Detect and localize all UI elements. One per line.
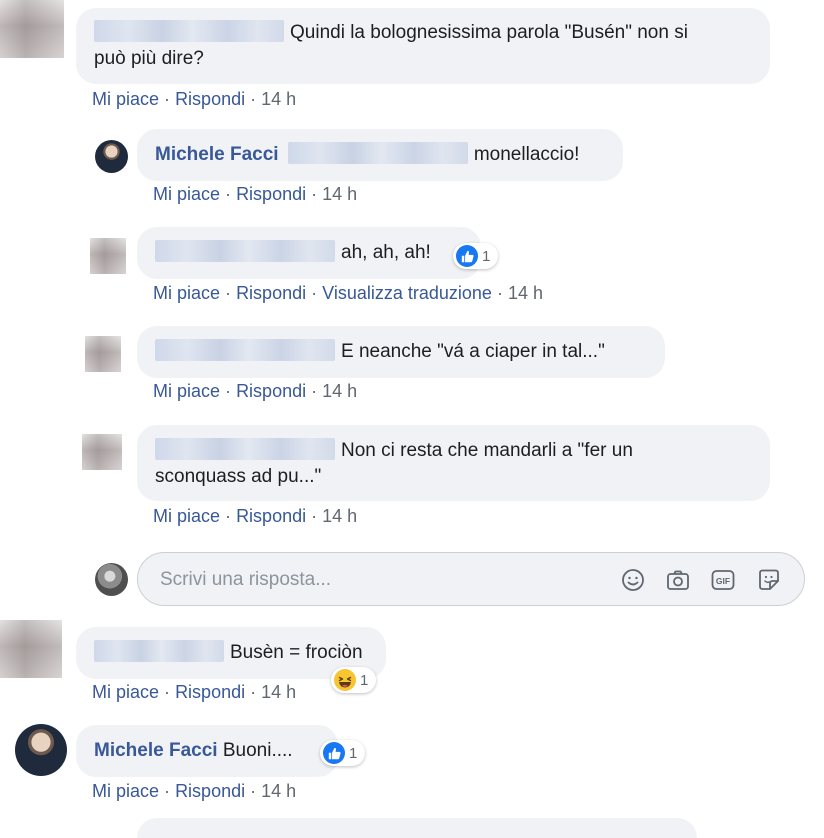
separator: · [164, 682, 171, 702]
separator: · [311, 184, 318, 204]
separator: · [311, 283, 318, 303]
author-name[interactable]: Michele Facci [155, 144, 279, 165]
separator: · [225, 506, 232, 526]
separator: · [164, 89, 171, 109]
avatar[interactable] [95, 140, 128, 173]
timestamp[interactable]: 14 h [322, 506, 357, 526]
separator: · [250, 781, 257, 801]
comment-actions: Mi piace · Rispondi · 14 h [153, 183, 357, 205]
timestamp[interactable]: 14 h [261, 89, 296, 109]
comment-actions: Mi piace · Rispondi · Visualizza traduzi… [153, 282, 543, 304]
separator: · [311, 381, 318, 401]
comment-actions: Mi piace · Rispondi · 14 h [92, 88, 296, 110]
comment-text: sconquass ad pu..." [155, 466, 322, 487]
blurred-author-name[interactable] [155, 339, 335, 361]
emoji-icon[interactable] [620, 567, 646, 593]
blurred-author-name[interactable] [155, 240, 335, 262]
reply-link[interactable]: Rispondi [175, 682, 245, 702]
comment-actions: Mi piace · Rispondi · 14 h [92, 681, 296, 703]
timestamp[interactable]: 14 h [261, 682, 296, 702]
comment-text: Quindi la bolognesissima parola "Busén" … [290, 22, 688, 43]
comment-text: Non ci resta che mandarli a "fer un [341, 440, 633, 461]
avatar[interactable] [90, 238, 126, 274]
reply-link[interactable]: Rispondi [236, 283, 306, 303]
comment-bubble: E neanche "vá a ciaper in tal..." [137, 326, 665, 378]
separator: · [225, 381, 232, 401]
comment-bubble: Quindi la bolognesissima parola "Busén" … [76, 8, 770, 84]
comment-bubble-partial [137, 818, 697, 838]
separator: · [225, 184, 232, 204]
comment-actions: Mi piace · Rispondi · 14 h [153, 380, 357, 402]
comment-text: Buoni.... [222, 740, 293, 761]
like-link[interactable]: Mi piace [153, 381, 220, 401]
reply-link[interactable]: Rispondi [236, 506, 306, 526]
gif-icon[interactable]: GIF [710, 567, 736, 593]
reply-link[interactable]: Rispondi [175, 89, 245, 109]
separator: · [164, 781, 171, 801]
separator: · [311, 506, 318, 526]
avatar[interactable] [82, 434, 122, 470]
sticker-icon[interactable] [756, 567, 782, 593]
separator: · [496, 283, 503, 303]
reaction-count: 1 [349, 744, 358, 762]
reaction-count: 1 [360, 671, 369, 689]
timestamp[interactable]: 14 h [322, 184, 357, 204]
timestamp[interactable]: 14 h [508, 283, 543, 303]
avatar[interactable] [0, 0, 64, 58]
avatar[interactable] [15, 724, 67, 776]
camera-icon[interactable] [665, 567, 691, 593]
like-link[interactable]: Mi piace [153, 184, 220, 204]
separator: · [250, 89, 257, 109]
reply-link[interactable]: Rispondi [175, 781, 245, 801]
like-link[interactable]: Mi piace [92, 682, 159, 702]
thumbs-up-icon [456, 245, 478, 267]
author-name[interactable]: Michele Facci [94, 740, 218, 761]
current-user-avatar [95, 563, 128, 596]
like-link[interactable]: Mi piace [92, 781, 159, 801]
comment-text: monellaccio! [473, 144, 580, 165]
timestamp[interactable]: 14 h [261, 781, 296, 801]
comment-bubble: Michele Facci Buoni.... [76, 725, 338, 777]
comment-bubble: Non ci resta che mandarli a "fer un scon… [137, 425, 770, 501]
avatar[interactable] [0, 620, 62, 678]
like-link[interactable]: Mi piace [153, 506, 220, 526]
blurred-author-name[interactable] [94, 20, 284, 42]
comment-bubble: Michele Facci monellaccio! [137, 129, 623, 181]
comment-text: E neanche "vá a ciaper in tal..." [341, 341, 605, 362]
comment-text: può più dire? [94, 48, 204, 69]
blurred-author-name[interactable] [94, 640, 224, 662]
like-link[interactable]: Mi piace [153, 283, 220, 303]
comment-bubble: ah, ah, ah! [137, 227, 481, 279]
blurred-tagged-name[interactable] [287, 142, 468, 164]
blurred-author-name[interactable] [155, 438, 335, 460]
reaction-badge[interactable]: 1 [453, 243, 499, 269]
svg-text:GIF: GIF [716, 576, 730, 586]
separator: · [225, 283, 232, 303]
translate-link[interactable]: Visualizza traduzione [322, 283, 492, 303]
timestamp[interactable]: 14 h [322, 381, 357, 401]
reply-link[interactable]: Rispondi [236, 381, 306, 401]
reaction-badge[interactable]: 1 [331, 667, 377, 693]
comment-actions: Mi piace · Rispondi · 14 h [92, 780, 296, 802]
haha-emoji-icon [334, 669, 356, 691]
reaction-badge[interactable]: 1 [320, 740, 366, 766]
like-link[interactable]: Mi piace [92, 89, 159, 109]
comment-actions: Mi piace · Rispondi · 14 h [153, 505, 357, 527]
avatar[interactable] [85, 336, 121, 372]
reply-input[interactable] [158, 566, 582, 594]
comment-text: ah, ah, ah! [341, 242, 431, 263]
comment-text: Busèn = frociòn [230, 642, 363, 663]
reply-composer: GIF [137, 552, 805, 606]
reaction-count: 1 [482, 247, 491, 265]
thumbs-up-icon [323, 742, 345, 764]
separator: · [250, 682, 257, 702]
reply-link[interactable]: Rispondi [236, 184, 306, 204]
